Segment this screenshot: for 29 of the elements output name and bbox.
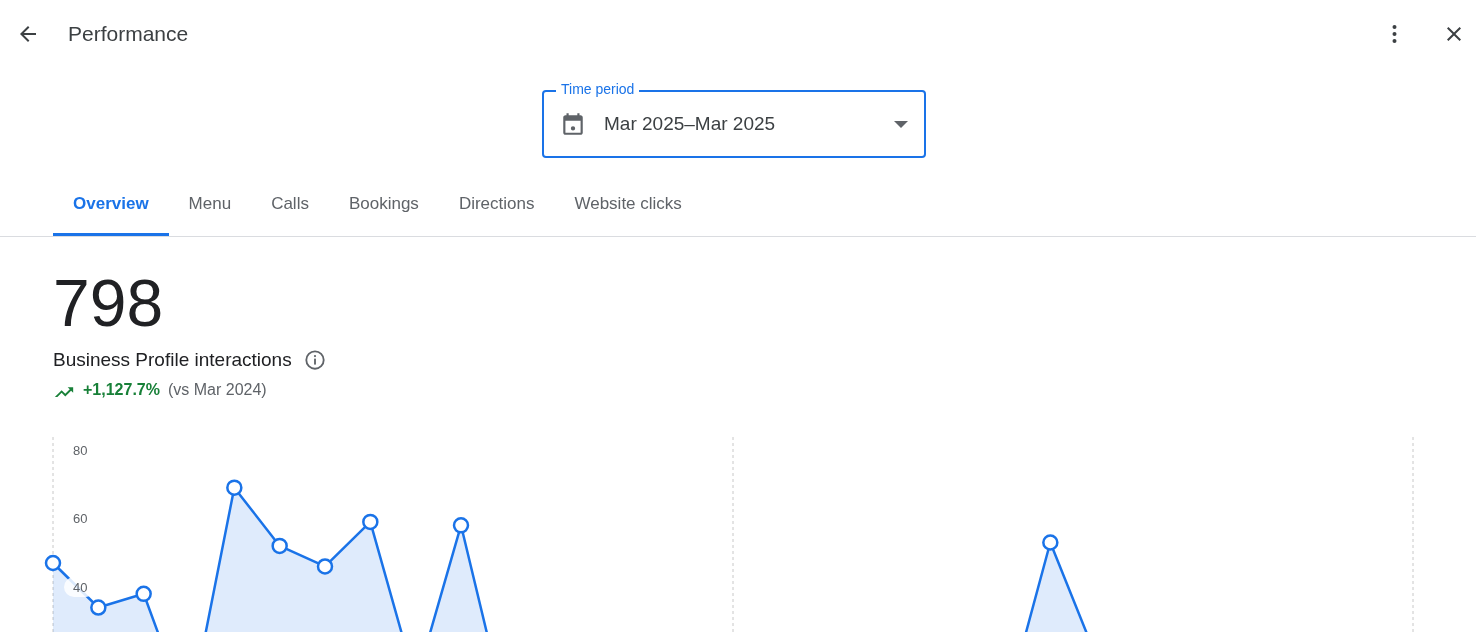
tab[interactable]: Overview <box>53 176 169 236</box>
time-period-label: Time period <box>556 80 640 98</box>
page-title: Performance <box>68 22 190 46</box>
tab[interactable]: Directions <box>438 176 555 236</box>
more-vert-icon <box>1391 24 1397 44</box>
y-axis-label: 80 <box>73 442 88 458</box>
data-point[interactable] <box>1042 534 1059 551</box>
interaction-count: 798 <box>53 267 165 339</box>
data-point[interactable] <box>226 479 243 496</box>
metric-label: Business Profile interactions <box>53 349 292 371</box>
y-axis-label: 60 <box>73 511 88 526</box>
data-point[interactable] <box>44 554 62 572</box>
tab[interactable]: Bookings <box>328 176 439 236</box>
data-point[interactable] <box>271 537 288 555</box>
time-period-value: Mar 2025–Mar 2025 <box>604 113 777 135</box>
data-point[interactable] <box>362 513 379 531</box>
change-percentage: +1,127.7% <box>83 381 160 399</box>
tab[interactable]: Calls <box>251 176 329 236</box>
data-point[interactable] <box>452 517 470 534</box>
data-point[interactable] <box>135 585 152 603</box>
comparison-text: (vs Mar 2024) <box>167 381 267 399</box>
calendar-icon <box>560 111 586 137</box>
data-point[interactable] <box>90 599 107 616</box>
dropdown-caret-icon <box>894 120 908 128</box>
data-point[interactable] <box>316 558 334 575</box>
y-axis-label: 40 <box>73 579 88 595</box>
tab[interactable]: Menu <box>168 176 252 236</box>
tab[interactable]: Website clicks <box>554 176 702 236</box>
info-icon[interactable] <box>303 349 326 371</box>
